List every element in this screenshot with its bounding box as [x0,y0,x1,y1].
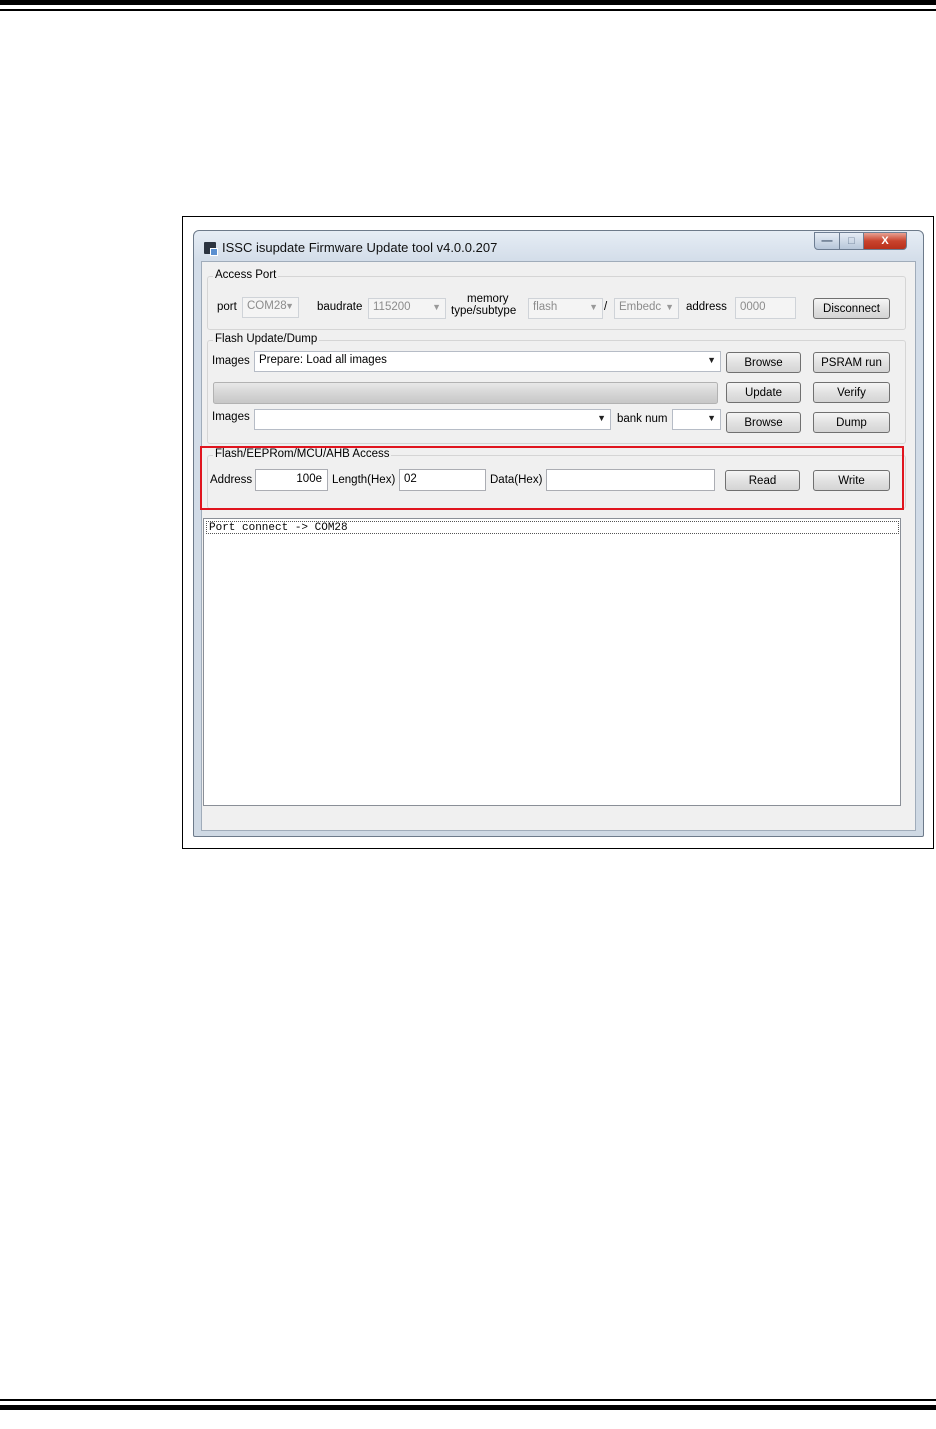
browse2-button[interactable]: Browse [726,412,801,433]
memory-subtype-value: Embedc [619,301,662,313]
figure-frame: ISSC isupdate Firmware Update tool v4.0.… [182,216,934,849]
minimize-button[interactable]: — [814,232,840,250]
log-line: Port connect -> COM28 [206,521,899,534]
close-icon: X [881,235,889,247]
title-bar[interactable]: ISSC isupdate Firmware Update tool v4.0.… [194,231,923,261]
address-label: address [686,301,727,313]
bottom-rule-thin [0,1399,936,1401]
type-subtype-label: type/subtype [451,305,517,317]
dump-button[interactable]: Dump [813,412,890,433]
access-port-label: Access Port [213,269,279,281]
port-label: port [217,301,237,313]
update-button[interactable]: Update [726,382,801,403]
flash-update-label: Flash Update/Dump [213,333,320,345]
port-select[interactable]: COM28 ▼ [242,297,299,318]
browse-button[interactable]: Browse [726,352,801,373]
baudrate-label: baudrate [317,301,363,313]
port-value: COM28 [247,300,287,312]
progress-bar [213,382,718,404]
baudrate-select[interactable]: 115200 ▼ [368,298,446,319]
slash-label: / [604,301,608,313]
memory-subtype-select[interactable]: Embedc ▼ [614,298,679,319]
app-window: ISSC isupdate Firmware Update tool v4.0.… [193,230,924,837]
memory-type-value: flash [533,301,558,313]
window-title: ISSC isupdate Firmware Update tool v4.0.… [222,240,498,255]
baudrate-value: 115200 [373,301,411,313]
chevron-down-icon: ▼ [665,302,674,312]
disconnect-button[interactable]: Disconnect [813,298,890,319]
images-label: Images [212,355,250,367]
maximize-button[interactable]: □ [839,232,864,250]
chevron-down-icon: ▼ [589,302,598,312]
minimize-icon: — [821,235,833,247]
bank-num-label: bank num [617,413,668,425]
log-area[interactable]: Port connect -> COM28 [203,518,901,806]
close-button[interactable]: X [863,232,907,250]
chevron-down-icon: ▼ [707,355,716,365]
port-address-field[interactable]: 0000 [735,297,796,319]
bottom-rule-thick [0,1405,936,1410]
chevron-down-icon: ▼ [597,413,606,423]
client-area: Access Port port COM28 ▼ baudrate 115200… [200,261,916,831]
images-value: Prepare: Load all images [259,354,387,366]
chevron-down-icon: ▼ [285,301,294,311]
psram-run-button[interactable]: PSRAM run [813,352,890,373]
chevron-down-icon: ▼ [707,413,716,423]
chevron-down-icon: ▼ [432,302,441,312]
top-rule-thick [0,0,936,5]
top-rule-thin [0,9,936,11]
images2-select[interactable]: ▼ [254,409,611,430]
highlight-box [200,446,904,510]
app-icon [204,242,218,256]
images-select[interactable]: Prepare: Load all images ▼ [254,351,721,372]
bank-num-select[interactable]: ▼ [672,409,721,430]
maximize-icon: □ [848,235,855,247]
verify-button[interactable]: Verify [813,382,890,403]
memory-type-select[interactable]: flash ▼ [528,298,603,319]
memory-label: memory [467,293,509,305]
images2-label: Images [212,411,250,423]
